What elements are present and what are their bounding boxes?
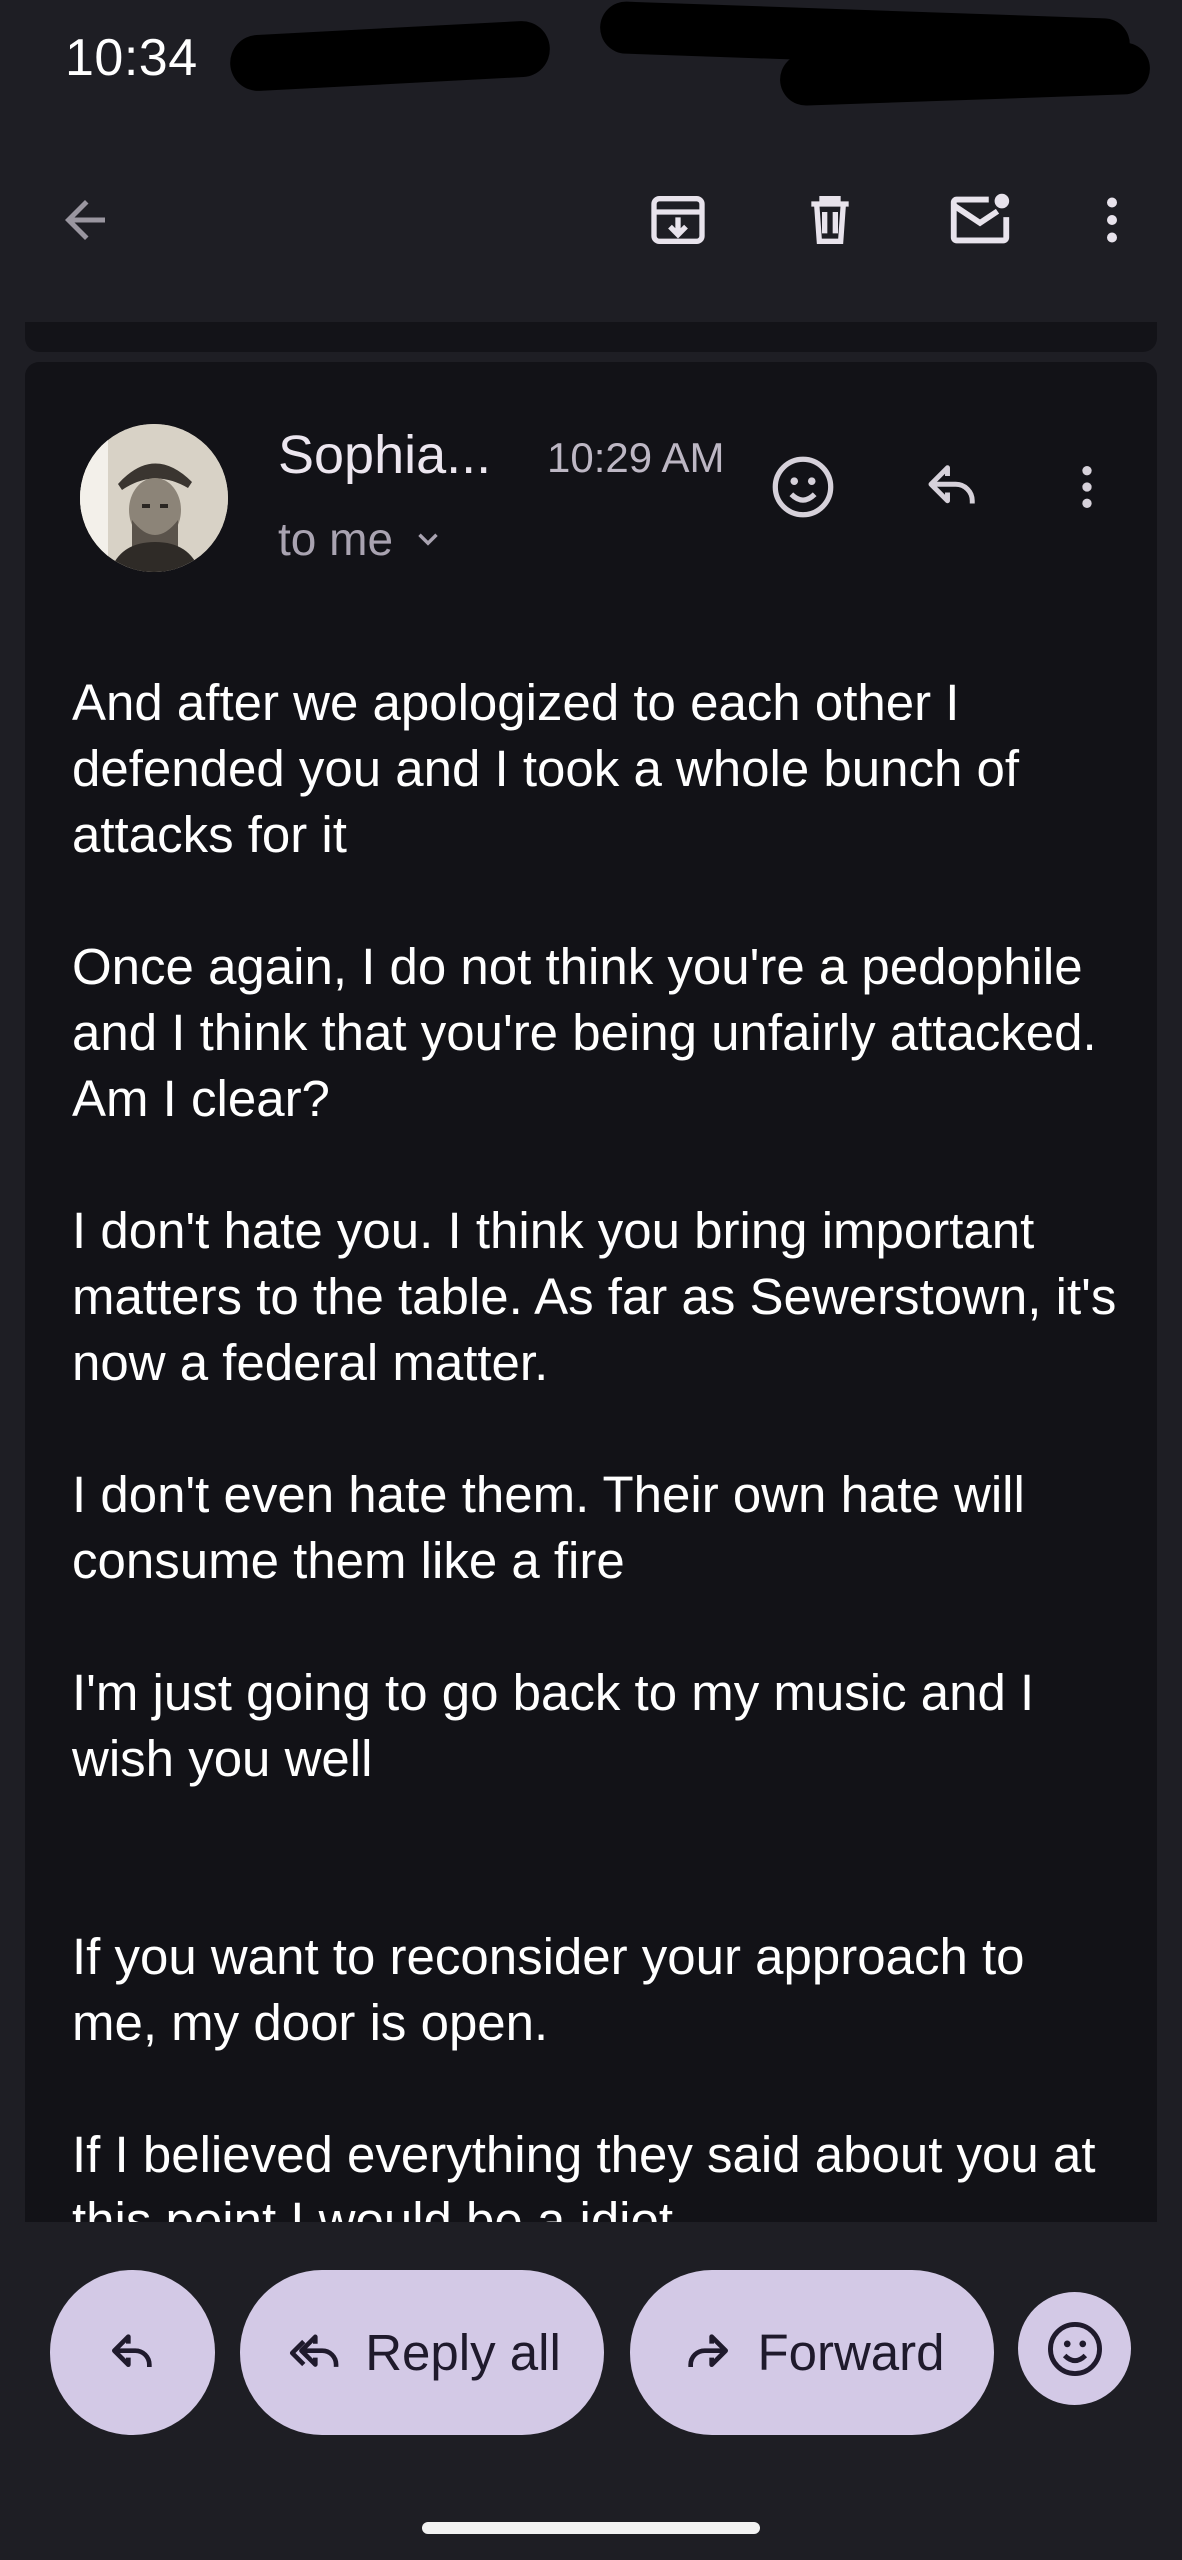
forward-label: Forward [757,2324,945,2381]
body-paragraph: If I believed everything they said about… [72,2126,1096,2222]
arrow-left-icon [65,200,105,240]
reply-all-button[interactable]: Reply all [240,2270,604,2435]
chevron-down-icon [418,533,438,546]
sender-photo [80,424,228,572]
more-vert-icon [1107,197,1117,243]
message-more-button[interactable] [1047,447,1127,527]
message-body: And after we apologized to each other I … [72,670,1122,2222]
mail-unread-icon [950,193,1010,244]
redaction-mark [228,19,552,93]
reply-all-icon [290,2334,339,2367]
bottom-action-bar: Reply all Forward [0,2222,1182,2560]
sender-name[interactable]: Sophia... [278,424,491,486]
mark-unread-button[interactable] [940,180,1020,260]
avatar[interactable] [80,424,228,572]
body-paragraph: And after we apologized to each other I … [72,674,1020,863]
reply-pill-button[interactable] [50,2270,215,2435]
emoji-icon [772,456,834,518]
archive-icon [651,196,705,244]
recipient-label: to me [278,513,394,565]
top-toolbar [0,150,1182,285]
react-emoji-button[interactable] [763,447,843,527]
delete-button[interactable] [790,180,870,260]
more-options-button[interactable] [1072,180,1152,260]
reply-all-label: Reply all [365,2324,561,2381]
forward-icon [688,2333,729,2367]
trash-icon [811,196,849,244]
previous-message-strip[interactable] [25,322,1157,352]
archive-button[interactable] [638,180,718,260]
body-paragraph: I don't even hate them. Their own hate w… [72,1466,1025,1589]
more-vert-icon [1082,466,1092,508]
body-paragraph: I don't hate you. I think you bring impo… [72,1202,1117,1391]
home-indicator[interactable] [422,2522,760,2534]
reply-icon [111,2333,152,2367]
body-paragraph: I'm just going to go back to my music an… [72,1664,1035,1787]
body-paragraph: If you want to reconsider your approach … [72,1928,1025,2051]
back-button[interactable] [45,180,125,260]
reply-button[interactable] [913,447,993,527]
body-paragraph: Once again, I do not think you're a pedo… [72,938,1097,1127]
emoji-react-button[interactable] [1018,2292,1131,2405]
status-bar: 10:34 [0,0,1182,120]
message-time: 10:29 AM [547,434,725,481]
emoji-icon [1047,2321,1102,2376]
message-card: Sophia... 10:29 AM to me And after we ap… [25,362,1157,2222]
recipient-details[interactable]: to me [278,512,445,566]
reply-icon [928,465,975,504]
status-time: 10:34 [65,29,198,87]
forward-button[interactable]: Forward [630,2270,994,2435]
